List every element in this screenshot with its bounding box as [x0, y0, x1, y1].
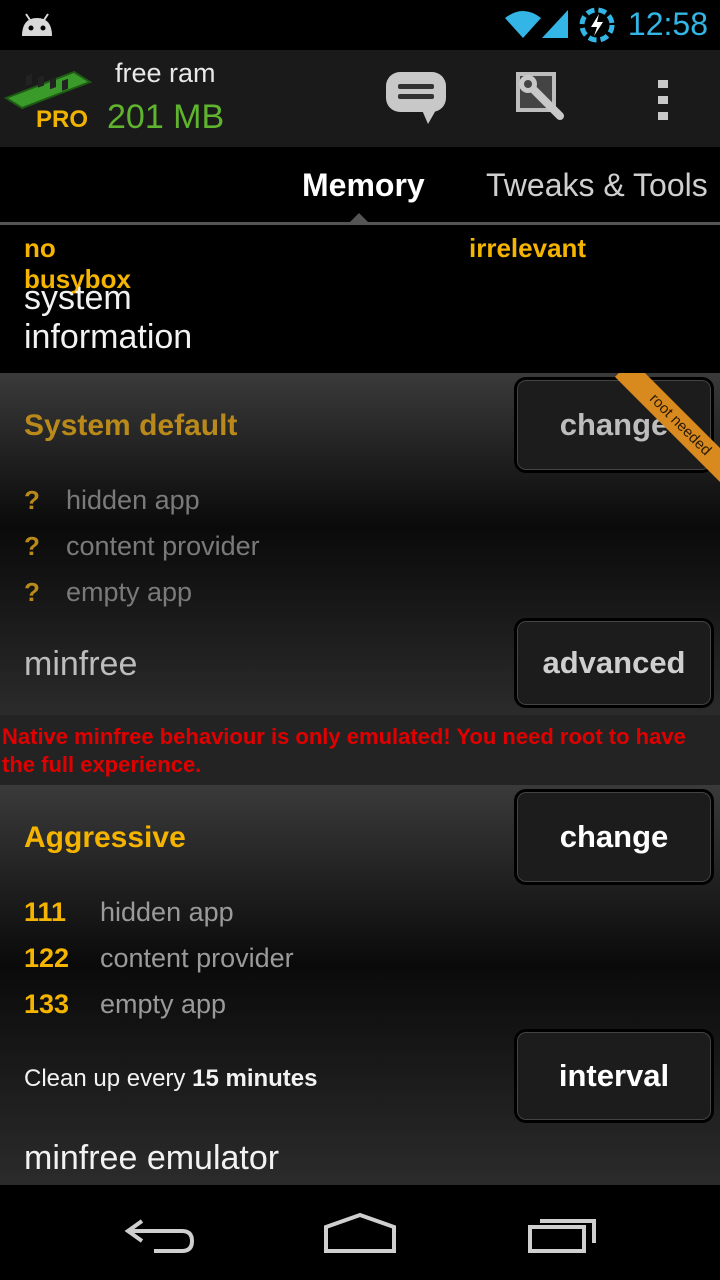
home-icon[interactable] [322, 1212, 398, 1258]
back-icon[interactable] [124, 1215, 196, 1260]
aggressive-title: Aggressive [24, 821, 186, 854]
free-ram-label: free ram [115, 58, 216, 88]
system-default-card: System default change root needed ? hidd… [0, 373, 720, 715]
recent-apps-icon[interactable] [526, 1215, 598, 1260]
clock: 12:58 [627, 6, 708, 42]
row-label: content provider [66, 531, 260, 561]
root-needed-ribbon: root needed [610, 373, 720, 493]
system-default-title: System default [24, 409, 238, 442]
android-debug-icon [18, 10, 56, 43]
root-warning-text: Native minfree behaviour is only emulate… [2, 724, 686, 777]
free-ram-value: 201 MB [107, 98, 225, 136]
status-bar: 12:58 [0, 0, 720, 50]
aggressive-card: Aggressive change 111 hidden app 122 con… [0, 785, 720, 1185]
pro-badge: PRO [36, 106, 89, 133]
wrench-icon[interactable] [512, 68, 576, 135]
row-value: 122 [24, 943, 70, 973]
interval-button-label: interval [558, 1058, 670, 1093]
cleanup-text: Clean up every 15 minutes [24, 1065, 318, 1093]
row-value: 111 [24, 897, 67, 927]
navigation-bar [0, 1185, 720, 1280]
row-value: 133 [24, 989, 70, 1019]
signal-icon [540, 8, 570, 45]
row-value: ? [24, 485, 40, 515]
cleanup-value: 15 minutes [192, 1065, 318, 1092]
row-label: empty app [100, 989, 227, 1019]
row-label: content provider [100, 943, 294, 973]
row-label: hidden app [66, 485, 200, 515]
system-info-title: system information [24, 279, 193, 356]
interval-button[interactable]: interval [514, 1029, 714, 1123]
root-warning: Native minfree behaviour is only emulate… [0, 715, 720, 785]
action-bar: PRO free ram 201 MB [0, 50, 720, 147]
tab-memory[interactable]: Memory [302, 167, 425, 204]
overflow-menu-icon[interactable] [656, 80, 670, 125]
row-value: ? [24, 577, 40, 607]
row-label: hidden app [100, 897, 234, 927]
wifi-icon [503, 8, 543, 45]
tab-tweaks-tools[interactable]: Tweaks & Tools [486, 167, 708, 204]
row-value: ? [24, 531, 40, 561]
chat-icon[interactable] [384, 70, 448, 131]
tab-bar: Memory Tweaks & Tools [0, 147, 720, 225]
battery-charging-icon [578, 6, 616, 49]
minfree-emulator-label: minfree emulator [24, 1139, 280, 1177]
cleanup-prefix: Clean up every [24, 1065, 186, 1092]
advanced-button[interactable]: advanced [514, 618, 714, 708]
aggressive-change-button[interactable]: change [514, 789, 714, 885]
tab-indicator [350, 213, 368, 222]
advanced-button-label: advanced [542, 645, 686, 680]
change-button-label: change [559, 819, 669, 854]
row-label: empty app [66, 577, 193, 607]
minfree-label: minfree [24, 645, 138, 683]
root-needed-label: root needed [614, 373, 720, 491]
root-status: irrelevant [469, 233, 587, 263]
